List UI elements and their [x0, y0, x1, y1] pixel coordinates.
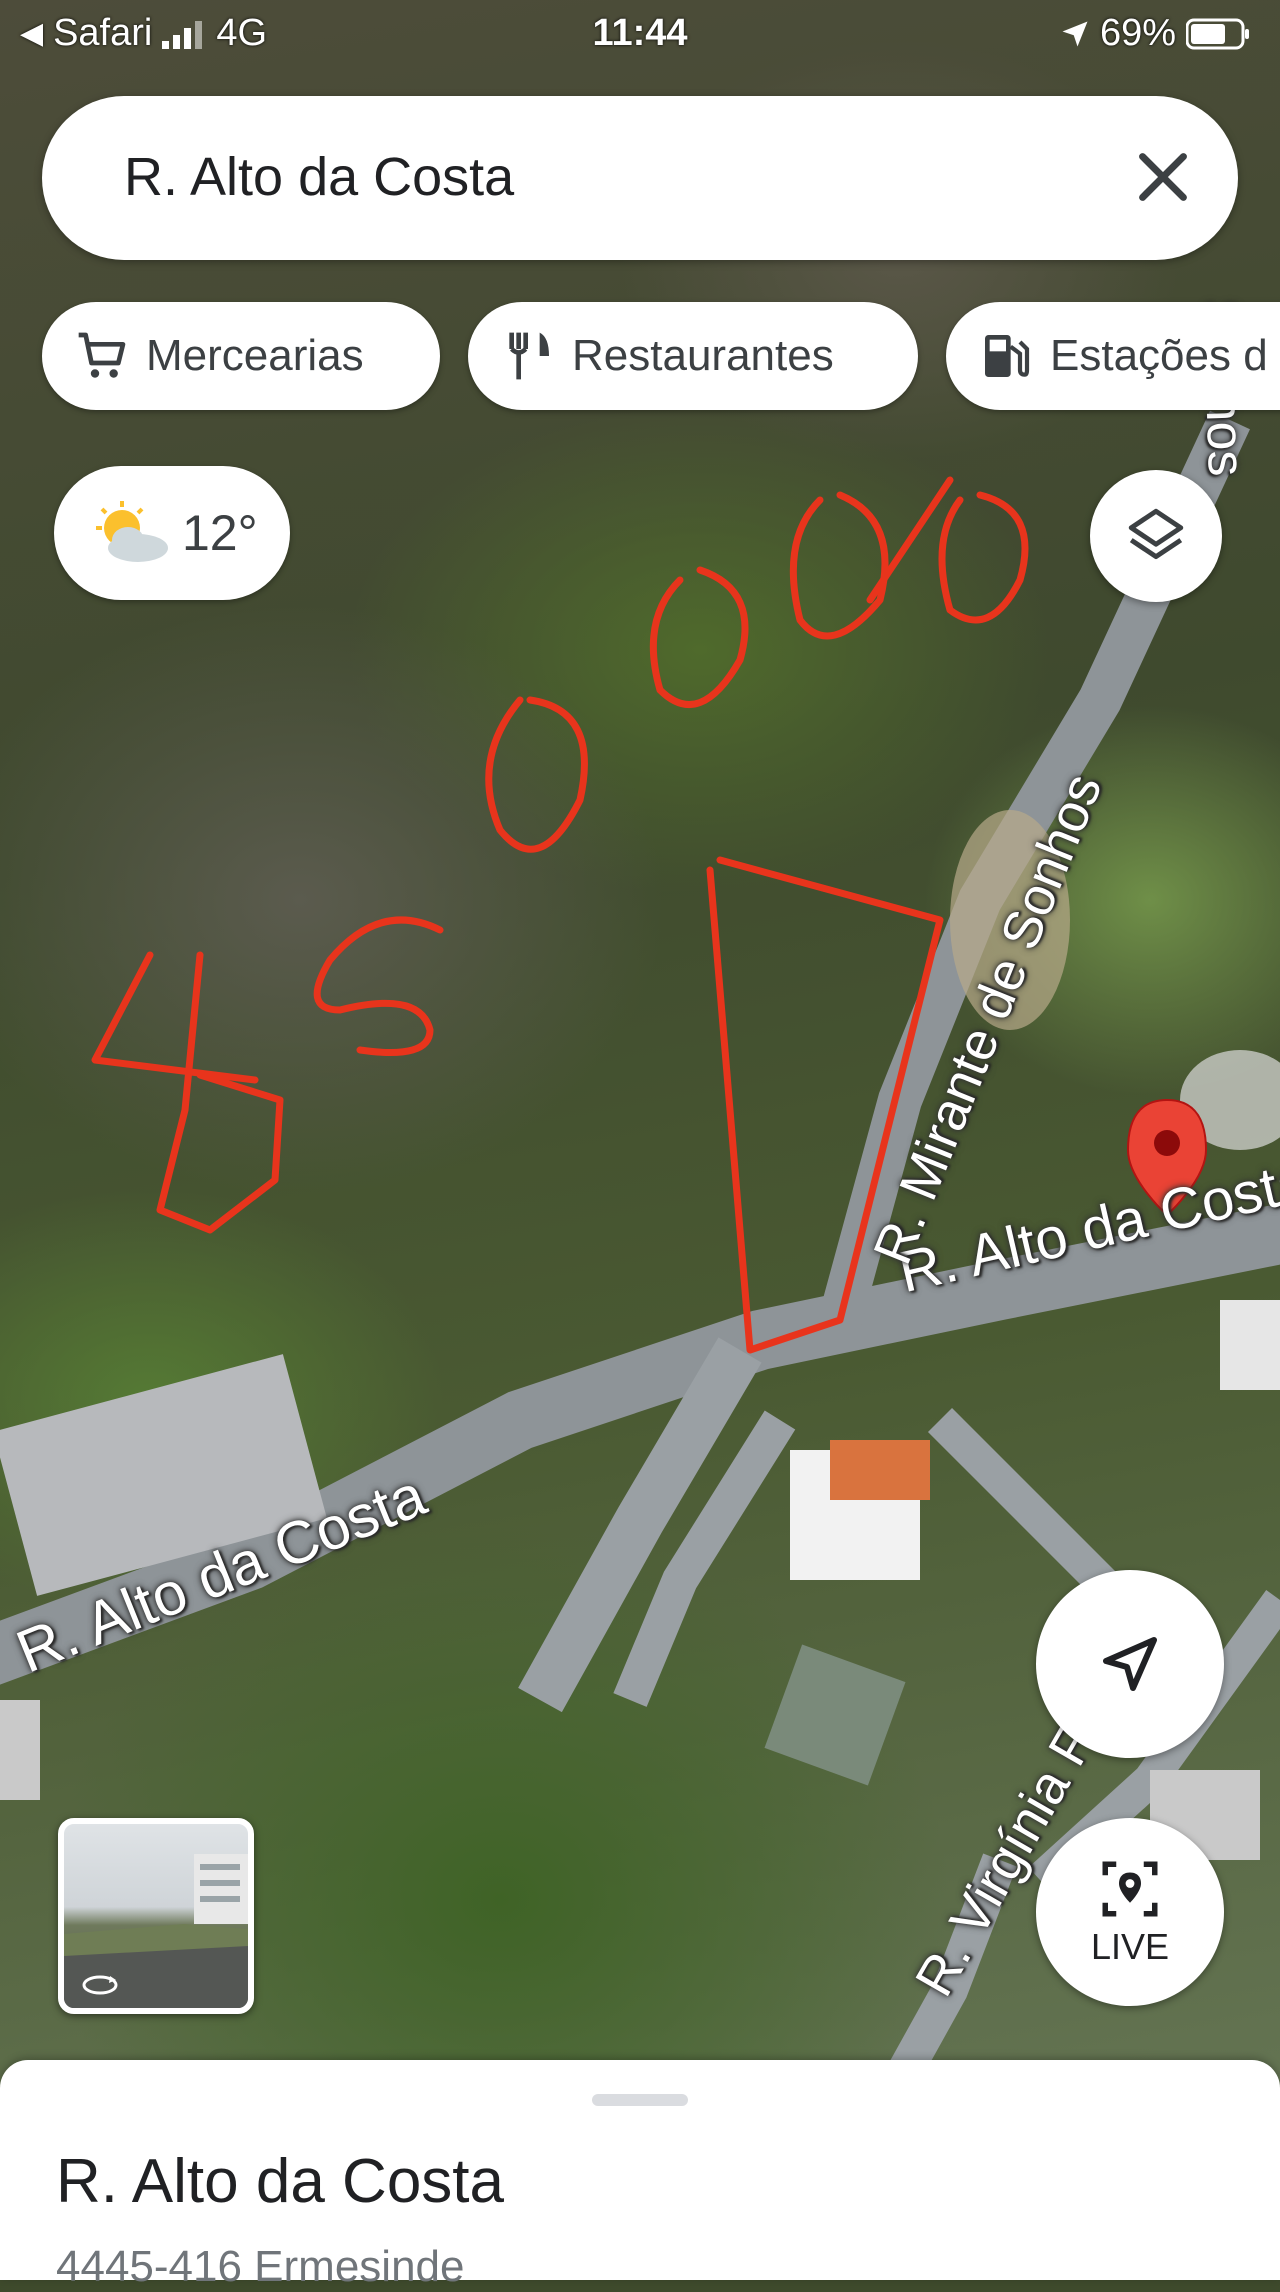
search-box[interactable]: R. Alto da Costa [42, 96, 1238, 260]
battery-icon [1186, 18, 1249, 49]
gas-station-icon [985, 335, 1030, 377]
place-address: 4445-416 Ermesinde [56, 2242, 465, 2291]
sheet-drag-handle[interactable] [592, 2094, 688, 2106]
location-arrow-icon [1062, 21, 1088, 46]
layers-icon [1128, 508, 1184, 560]
navigation-arrow-icon [1103, 1637, 1157, 1691]
battery-percent: 69% [1099, 12, 1176, 54]
chip-restaurantes[interactable]: Restaurantes [468, 302, 918, 410]
live-label: LIVE [1090, 1926, 1170, 1967]
chip-estacoes[interactable]: Estações d [946, 302, 1280, 410]
place-name: R. Alto da Costa [56, 2147, 505, 2216]
street-view-thumbnail[interactable] [58, 1818, 254, 2014]
status-right: 69% [1060, 12, 1250, 55]
live-view-button[interactable]: LIVE [1036, 1818, 1224, 2006]
status-bar: ◀ Safari 4G 11:44 69% [0, 0, 1280, 72]
close-icon[interactable] [1128, 142, 1198, 212]
chip-label: Estações d [1050, 331, 1268, 380]
live-view-icon [1102, 1861, 1158, 1917]
rotate-360-icon [82, 1975, 118, 1995]
locate-button[interactable] [1036, 1570, 1224, 1758]
fork-knife-icon [509, 332, 549, 380]
layers-button[interactable] [1090, 470, 1222, 602]
place-bottom-sheet[interactable]: R. Alto da Costa 4445-416 Ermesinde [0, 2060, 1280, 2291]
cart-icon [78, 332, 126, 378]
chip-mercearias[interactable]: Mercearias [42, 302, 440, 410]
weather-chip[interactable]: 12° [54, 466, 290, 600]
search-query[interactable]: R. Alto da Costa [124, 146, 514, 208]
chip-label: Restaurantes [572, 331, 834, 380]
temperature: 12° [182, 505, 258, 561]
partly-sunny-icon [96, 501, 168, 562]
chip-label: Mercearias [146, 331, 364, 380]
